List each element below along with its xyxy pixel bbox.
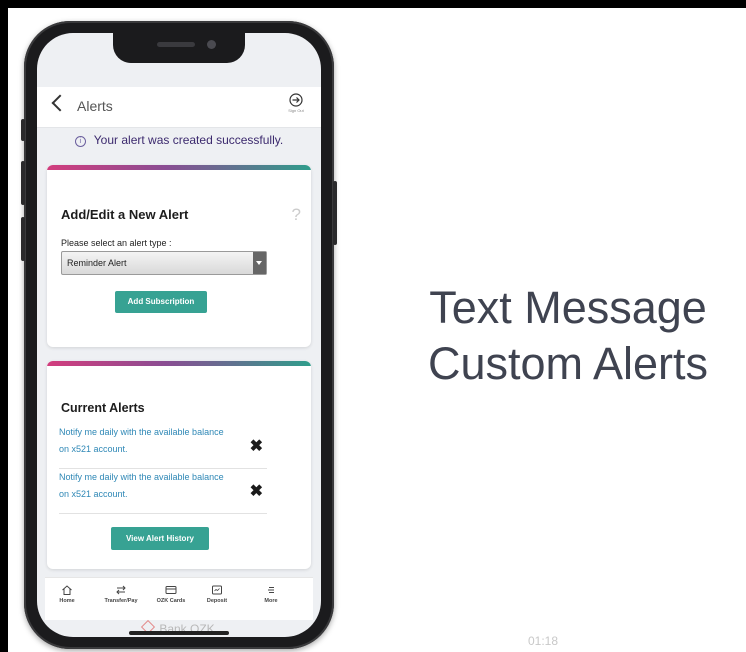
volume-up-button bbox=[21, 161, 25, 205]
sign-out-icon bbox=[289, 93, 303, 107]
current-alerts-card: Current Alerts Notify me daily with the … bbox=[47, 361, 311, 569]
success-message-text: Your alert was created successfully. bbox=[93, 133, 284, 147]
headline-line-1: Text Message bbox=[429, 282, 707, 333]
tab-more-label: More bbox=[264, 598, 278, 604]
page-title: Alerts bbox=[77, 98, 113, 114]
tab-deposit-label: Deposit bbox=[206, 598, 228, 604]
chevron-down-icon bbox=[253, 252, 266, 274]
alert-item: Notify me daily with the available balan… bbox=[59, 424, 267, 469]
card-accent-bar bbox=[47, 165, 311, 170]
tab-transfer-pay[interactable]: Transfer/Pay bbox=[95, 584, 147, 604]
transfer-icon bbox=[116, 585, 126, 595]
sign-out-button[interactable]: Sign Out bbox=[283, 93, 309, 113]
success-message: i Your alert was created successfully. bbox=[37, 133, 321, 147]
remove-alert-icon[interactable]: ✖ bbox=[250, 436, 263, 456]
home-icon bbox=[62, 585, 72, 595]
alert-type-select[interactable]: Reminder Alert bbox=[61, 251, 267, 275]
speaker bbox=[157, 42, 195, 47]
headline-line-2: Custom Alerts bbox=[427, 338, 709, 389]
card-accent-bar bbox=[47, 361, 311, 366]
menu-icon bbox=[268, 587, 274, 593]
add-alert-title: Add/Edit a New Alert bbox=[61, 207, 189, 222]
info-icon: i bbox=[74, 136, 86, 147]
camera bbox=[207, 40, 216, 49]
view-alert-history-button[interactable]: View Alert History bbox=[111, 527, 209, 550]
tab-deposit[interactable]: Deposit bbox=[195, 584, 239, 604]
current-alerts-title: Current Alerts bbox=[61, 401, 145, 415]
alert-type-label: Please select an alert type : bbox=[61, 238, 172, 248]
app-header: Alerts Sign Out bbox=[37, 87, 321, 128]
phone-notch bbox=[113, 33, 245, 63]
mute-switch bbox=[21, 119, 25, 141]
sign-out-label: Sign Out bbox=[288, 108, 304, 113]
bottom-tab-bar: Home Transfer/Pay OZK Cards Deposit More bbox=[45, 577, 313, 620]
alert-type-value: Reminder Alert bbox=[67, 258, 127, 268]
volume-down-button bbox=[21, 217, 25, 261]
card-icon bbox=[165, 586, 177, 594]
home-indicator bbox=[129, 631, 229, 635]
tab-ozk-cards[interactable]: OZK Cards bbox=[149, 584, 193, 604]
tab-more[interactable]: More bbox=[249, 584, 293, 604]
headline: Text Message Custom Alerts bbox=[398, 280, 738, 392]
deposit-icon bbox=[212, 585, 222, 595]
video-timestamp: 01:18 bbox=[528, 634, 559, 648]
back-chevron-icon[interactable] bbox=[51, 94, 69, 112]
tab-home[interactable]: Home bbox=[45, 584, 89, 604]
tab-home-label: Home bbox=[59, 598, 75, 604]
add-subscription-button[interactable]: Add Subscription bbox=[115, 291, 207, 313]
phone-mockup: Alerts Sign Out i Your alert was created … bbox=[21, 21, 337, 649]
help-icon[interactable]: ? bbox=[292, 205, 301, 225]
alert-item-text[interactable]: Notify me daily with the available balan… bbox=[59, 469, 227, 503]
video-frame: Alerts Sign Out i Your alert was created … bbox=[8, 8, 746, 652]
remove-alert-icon[interactable]: ✖ bbox=[250, 481, 263, 501]
alert-item-text[interactable]: Notify me daily with the available balan… bbox=[59, 424, 227, 458]
alert-item: Notify me daily with the available balan… bbox=[59, 469, 267, 514]
tab-ozk-cards-label: OZK Cards bbox=[156, 598, 186, 604]
phone-screen: Alerts Sign Out i Your alert was created … bbox=[37, 33, 321, 637]
power-button bbox=[333, 181, 337, 245]
tab-transfer-pay-label: Transfer/Pay bbox=[104, 598, 138, 604]
add-alert-card: Add/Edit a New Alert ? Please select an … bbox=[47, 165, 311, 347]
